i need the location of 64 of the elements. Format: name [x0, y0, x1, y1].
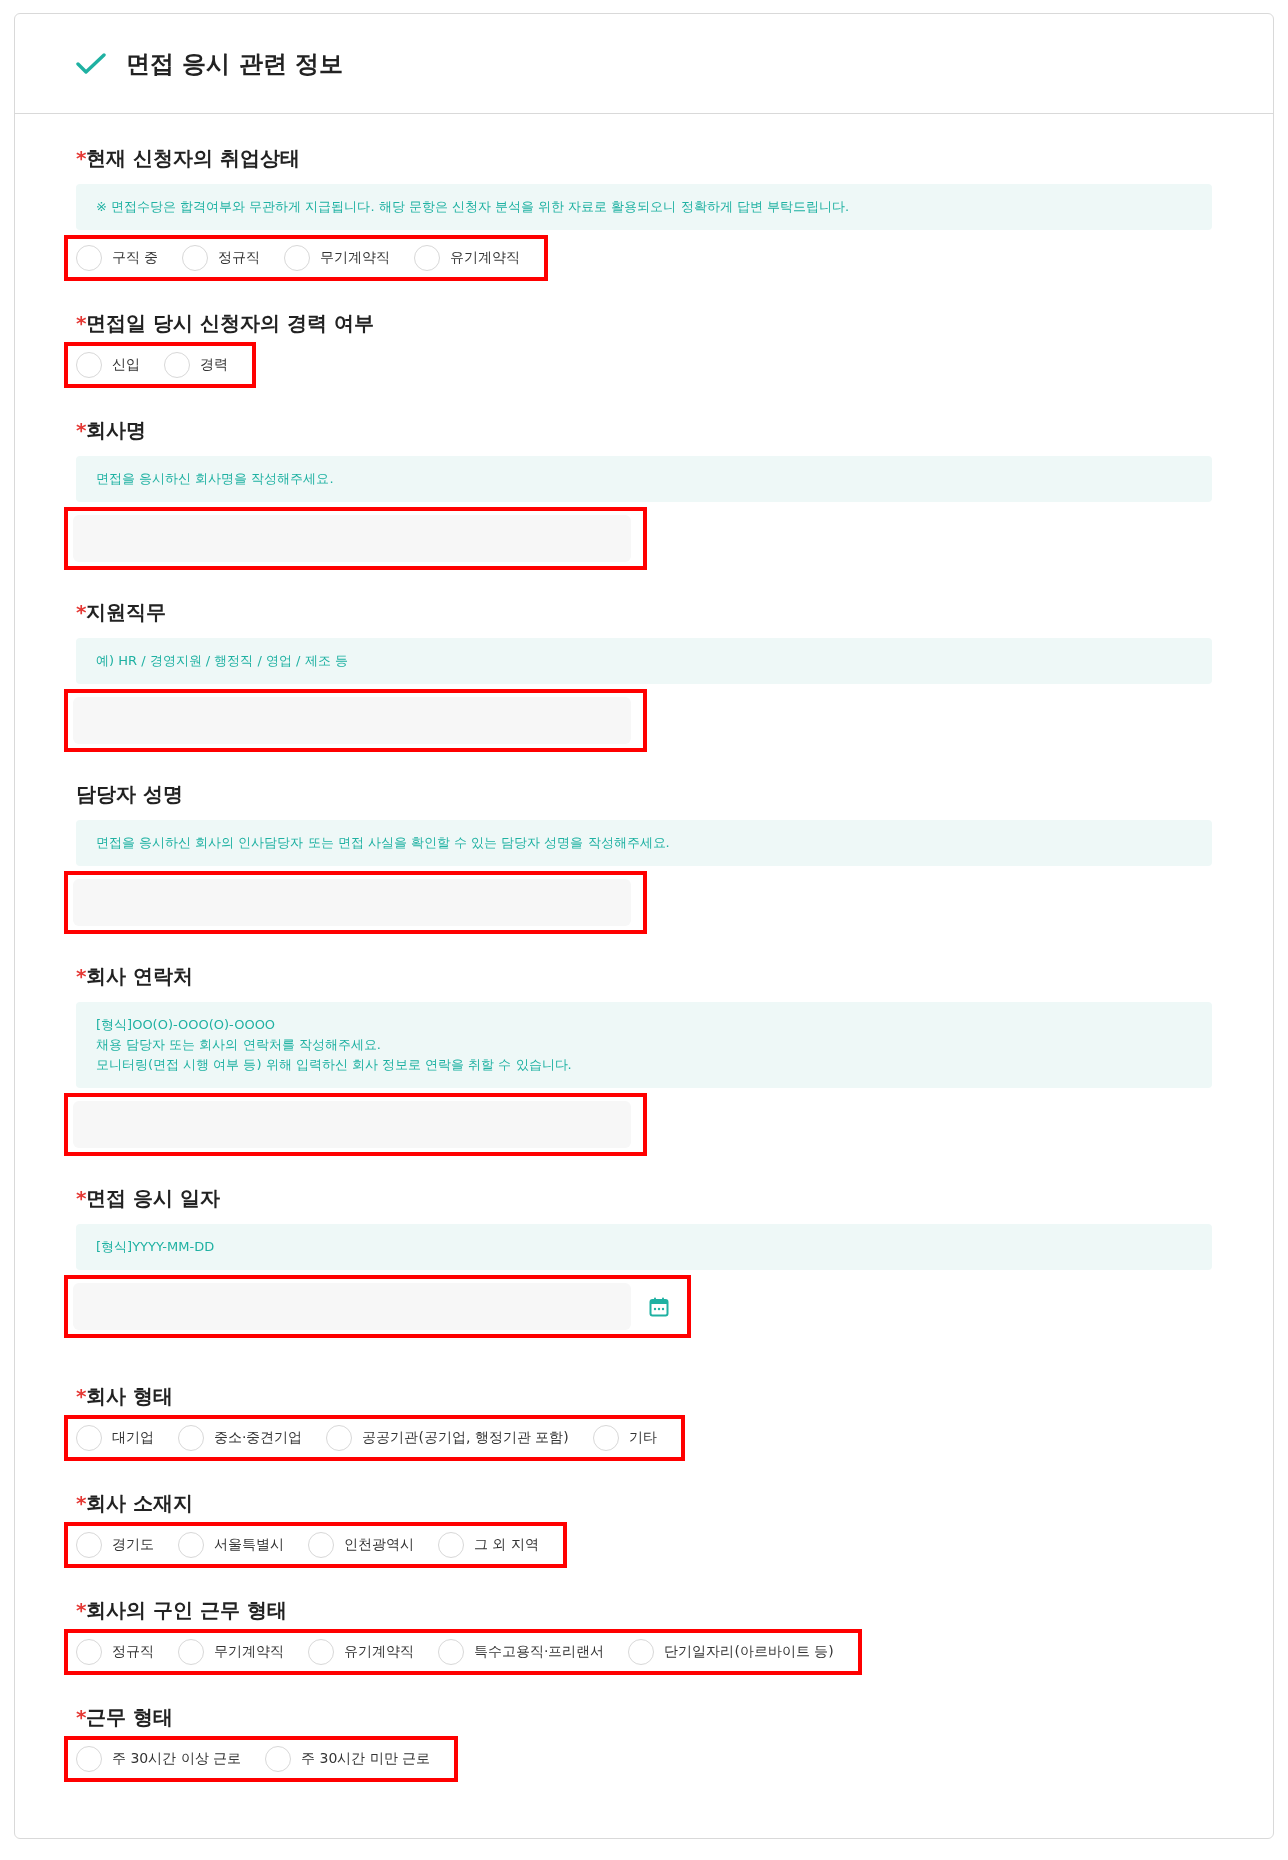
section-title: 면접 응시 관련 정보	[126, 48, 344, 80]
radio-button[interactable]	[178, 1425, 204, 1451]
radio-option[interactable]: 정규직	[76, 1639, 154, 1665]
field-label: *면접일 당시 신청자의 경력 여부	[76, 310, 376, 337]
radio-button[interactable]	[178, 1639, 204, 1665]
radio-button[interactable]	[438, 1532, 464, 1558]
radio-button[interactable]	[265, 1746, 292, 1772]
radio-button[interactable]	[76, 1532, 102, 1558]
radio-option[interactable]: 신입	[76, 352, 140, 378]
radio-button[interactable]	[76, 352, 102, 378]
radio-button[interactable]	[164, 352, 190, 378]
radio-option[interactable]: 그 외 지역	[438, 1532, 539, 1558]
hint-text: 채용 담당자 또는 회사의 연락처를 작성해주세요.	[96, 1036, 382, 1054]
radio-option[interactable]: 단기일자리(아르바이트 등)	[628, 1639, 834, 1665]
radio-option[interactable]: 경기도	[76, 1532, 154, 1558]
radio-button[interactable]	[284, 245, 311, 271]
radio-button[interactable]	[308, 1639, 334, 1665]
radio-button[interactable]	[76, 1425, 102, 1451]
field-label: *회사의 구인 근무 형태	[76, 1597, 289, 1624]
field-label: *회사명	[76, 417, 148, 444]
radio-button[interactable]	[592, 1425, 619, 1451]
radio-button[interactable]	[438, 1639, 464, 1665]
radio-option[interactable]: 유기계약직	[308, 1639, 414, 1665]
radio-option[interactable]: 정규직	[182, 245, 261, 271]
radio-option[interactable]: 특수고용직·프리랜서	[438, 1639, 605, 1665]
radio-button[interactable]	[76, 245, 102, 271]
check-icon	[76, 52, 106, 75]
hint-text: 면접을 응시하신 회사의 인사담당자 또는 면접 사실을 확인할 수 있는 담당자 성명을 작성해주세요.	[96, 834, 671, 852]
radio-option[interactable]: 구직 중	[76, 245, 159, 271]
radio-option[interactable]: 서울특별시	[178, 1532, 284, 1558]
hint-text: 예) HR / 경영지원 / 행정직 / 영업 / 제조 등	[96, 652, 349, 670]
radio-option[interactable]: 경력	[164, 352, 228, 378]
hint-text: 면접을 응시하신 회사명을 작성해주세요.	[96, 470, 335, 488]
hint-text: [형식]YYYY-MM-DD	[96, 1238, 216, 1256]
radio-option[interactable]: 무기계약직	[284, 245, 391, 271]
field-label: *면접 응시 일자	[76, 1185, 222, 1212]
field-label: *근무 형태	[76, 1704, 175, 1731]
radio-option[interactable]: 공공기관(공기업, 행정기관 포함)	[326, 1425, 569, 1451]
hint-text: ※ 면접수당은 합격여부와 무관하게 지급됩니다. 해당 문항은 신청자 분석을 위한 자료로 활용되오니 정확하게 답변 부탁드립니다.	[96, 198, 850, 216]
radio-option[interactable]: 중소·중견기업	[178, 1425, 303, 1451]
field-label: *회사 연락처	[76, 963, 195, 990]
radio-option[interactable]: 기타	[592, 1425, 657, 1451]
radio-button[interactable]	[178, 1532, 204, 1558]
radio-option[interactable]: 인천광역시	[308, 1532, 414, 1558]
radio-option[interactable]: 주 30시간 이상 근로	[76, 1746, 242, 1772]
hint-text: 모니터링(면접 시행 여부 등) 위해 입력하신 회사 정보로 연락을 취할 수 있습니다.	[96, 1056, 573, 1074]
field-label: *지원직무	[76, 599, 168, 626]
radio-button[interactable]	[308, 1532, 334, 1558]
hint-text: [형식]OO(O)-OOO(O)-OOOO	[96, 1016, 277, 1034]
field-label: 담당자 성명	[76, 781, 184, 808]
field-label: *회사 형태	[76, 1383, 175, 1410]
field-label: *현재 신청자의 취업상태	[76, 145, 302, 172]
radio-button[interactable]	[76, 1639, 102, 1665]
radio-option[interactable]: 무기계약직	[178, 1639, 284, 1665]
radio-button[interactable]	[326, 1425, 353, 1451]
radio-button[interactable]	[414, 245, 441, 271]
field-label: *회사 소재지	[76, 1490, 195, 1517]
radio-button[interactable]	[76, 1746, 102, 1772]
radio-option[interactable]: 대기업	[76, 1425, 154, 1451]
calendar-icon[interactable]	[649, 1296, 669, 1317]
radio-button[interactable]	[182, 245, 209, 271]
radio-button[interactable]	[628, 1639, 655, 1665]
radio-option[interactable]: 유기계약직	[414, 245, 521, 271]
radio-option[interactable]: 주 30시간 미만 근로	[265, 1746, 431, 1772]
